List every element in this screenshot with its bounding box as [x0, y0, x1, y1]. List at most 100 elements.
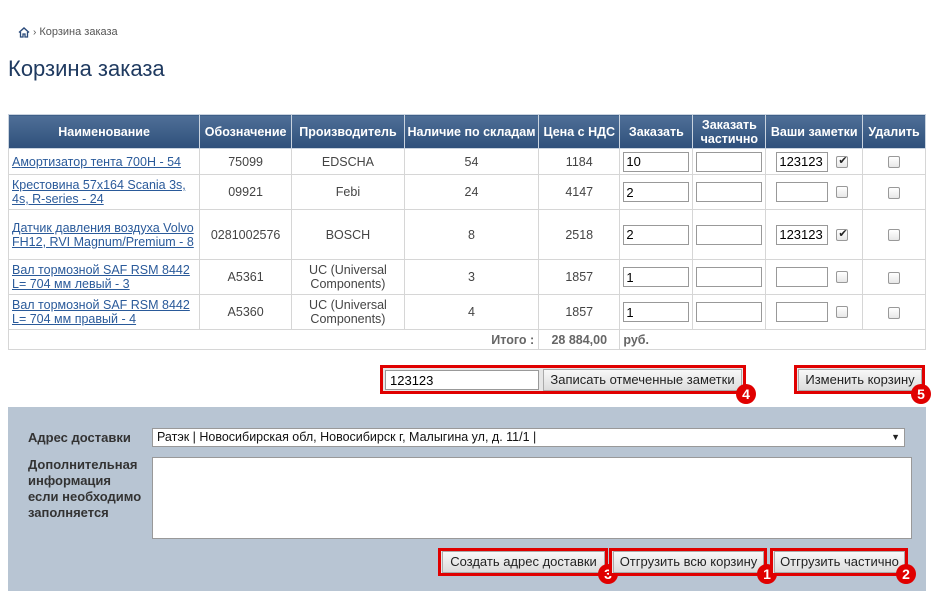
product-link[interactable]: Датчик давления воздуха Volvo FH12, RVI … — [12, 221, 196, 249]
cell-notes — [765, 148, 864, 175]
cell-maker: Febi — [291, 174, 405, 210]
order-qty-input[interactable] — [623, 224, 690, 245]
save-notes-button[interactable]: Записать отмеченные заметки — [543, 369, 742, 391]
table-row: Датчик давления воздуха Volvo FH12, RVI … — [7, 209, 926, 260]
cell-name: Крестовина 57x164 Scania 3s, 4s, R-serie… — [7, 174, 201, 210]
home-icon[interactable] — [18, 26, 30, 38]
cell-name: Датчик давления воздуха Volvo FH12, RVI … — [7, 209, 201, 260]
total-label: Итого : — [7, 329, 540, 350]
cell-delete — [862, 174, 926, 210]
cell-delete — [862, 148, 926, 175]
product-link[interactable]: Вал тормозной SAF RSM 8442 L= 704 мм пра… — [12, 298, 196, 326]
partial-qty-input[interactable] — [696, 302, 763, 322]
delete-checkbox[interactable] — [888, 156, 901, 169]
dropdown-arrow-icon: ▼ — [891, 432, 900, 442]
cell-name: Амортизатор тента 700H - 54 — [7, 148, 201, 175]
note-input[interactable] — [776, 267, 829, 287]
ship-all-button[interactable]: Отгрузить всю корзину — [613, 551, 764, 573]
partial-qty-input[interactable] — [696, 182, 763, 202]
order-qty-input[interactable] — [623, 302, 690, 322]
cell-price: 1184 — [538, 148, 621, 175]
order-qty-input[interactable] — [623, 151, 690, 172]
col-header-partial: Заказать частично — [692, 114, 767, 149]
total-row: Итого : 28 884,00 руб. — [7, 329, 926, 350]
partial-qty-input[interactable] — [696, 224, 763, 245]
breadcrumb-current: Корзина заказа — [39, 26, 118, 38]
product-link[interactable]: Вал тормозной SAF RSM 8442 L= 704 мм лев… — [12, 263, 196, 291]
breadcrumb-separator: › — [33, 26, 37, 38]
ship-partial-button[interactable]: Отгрузить частично — [774, 551, 905, 573]
order-qty-input[interactable] — [623, 267, 690, 287]
table-row: Крестовина 57x164 Scania 3s, 4s, R-serie… — [7, 174, 926, 210]
create-address-button[interactable]: Создать адрес доставки — [442, 551, 605, 573]
cell-price: 4147 — [538, 174, 621, 210]
cell-delete — [862, 294, 926, 330]
cell-partial — [692, 259, 767, 295]
info-label-line: информация — [28, 473, 112, 488]
change-cart-button[interactable]: Изменить корзину — [798, 369, 922, 391]
cell-maker: UC (Universal Components) — [291, 259, 405, 295]
cell-partial — [692, 148, 767, 175]
cell-price: 1857 — [538, 259, 621, 295]
col-header-notes: Ваши заметки — [765, 114, 864, 149]
cell-order — [619, 148, 694, 175]
order-qty-input[interactable] — [623, 182, 690, 202]
address-select[interactable]: Ратэк | Новосибирская обл, Новосибирск г… — [152, 428, 905, 447]
partial-qty-input[interactable] — [696, 151, 763, 172]
note-checkbox[interactable] — [836, 227, 849, 241]
cell-notes — [765, 259, 864, 295]
cell-code: 75099 — [199, 148, 293, 175]
col-header-stock: Наличие по складам — [403, 114, 540, 149]
note-input[interactable] — [776, 224, 829, 245]
cell-stock: 3 — [403, 259, 540, 295]
step-badge-5: 5 — [911, 384, 931, 404]
cell-code: 0281002576 — [199, 209, 293, 260]
info-label: Дополнительная информация если необходим… — [28, 457, 141, 521]
step-badge-4: 4 — [736, 384, 756, 404]
cell-delete — [862, 209, 926, 260]
col-header-name: Наименование — [7, 114, 201, 149]
info-label-line: если необходимо — [28, 489, 142, 504]
cell-code: 09921 — [199, 174, 293, 210]
cell-partial — [692, 174, 767, 210]
product-link[interactable]: Амортизатор тента 700H - 54 — [12, 155, 196, 169]
delete-checkbox[interactable] — [888, 306, 901, 319]
cell-partial — [692, 209, 767, 260]
address-select-value: Ратэк | Новосибирская обл, Новосибирск г… — [157, 430, 537, 444]
cell-order — [619, 174, 694, 210]
delete-checkbox[interactable] — [888, 271, 901, 284]
cell-stock: 8 — [403, 209, 540, 260]
table-row: Вал тормозной SAF RSM 8442 L= 704 мм пра… — [7, 294, 926, 330]
note-checkbox[interactable] — [836, 271, 849, 283]
delete-checkbox[interactable] — [888, 229, 901, 242]
table-header-row: Наименование Обозначение Производитель Н… — [7, 114, 926, 149]
note-input[interactable] — [776, 302, 829, 322]
note-checkbox[interactable] — [836, 186, 849, 198]
note-input[interactable] — [776, 151, 829, 172]
note-input[interactable] — [776, 182, 829, 202]
cell-maker: UC (Universal Components) — [291, 294, 405, 330]
info-label-line: заполняется — [28, 505, 109, 520]
cell-name: Вал тормозной SAF RSM 8442 L= 704 мм пра… — [7, 294, 201, 330]
col-header-order: Заказать — [619, 114, 694, 149]
delete-checkbox[interactable] — [888, 186, 901, 199]
note-checkbox[interactable] — [836, 154, 849, 168]
col-header-price: Цена с НДС — [538, 114, 621, 149]
cell-order — [619, 294, 694, 330]
cell-maker: EDSCHA — [291, 148, 405, 175]
partial-qty-input[interactable] — [696, 267, 763, 287]
total-value: 28 884,00 — [538, 329, 621, 350]
product-link[interactable]: Крестовина 57x164 Scania 3s, 4s, R-serie… — [12, 178, 196, 206]
breadcrumb: › Корзина заказа — [18, 26, 118, 38]
table-row: Вал тормозной SAF RSM 8442 L= 704 мм лев… — [7, 259, 926, 295]
col-header-partial-l2: частично — [700, 131, 759, 146]
cell-notes — [765, 209, 864, 260]
note-checkbox[interactable] — [836, 306, 849, 318]
notes-input[interactable] — [385, 370, 539, 390]
table-row: Амортизатор тента 700H - 54 75099 EDSCHA… — [7, 148, 926, 175]
cell-code: A5360 — [199, 294, 293, 330]
info-label-line: Дополнительная — [28, 457, 138, 472]
info-textarea[interactable] — [152, 457, 912, 539]
total-currency: руб. — [619, 329, 693, 350]
cell-stock: 4 — [403, 294, 540, 330]
